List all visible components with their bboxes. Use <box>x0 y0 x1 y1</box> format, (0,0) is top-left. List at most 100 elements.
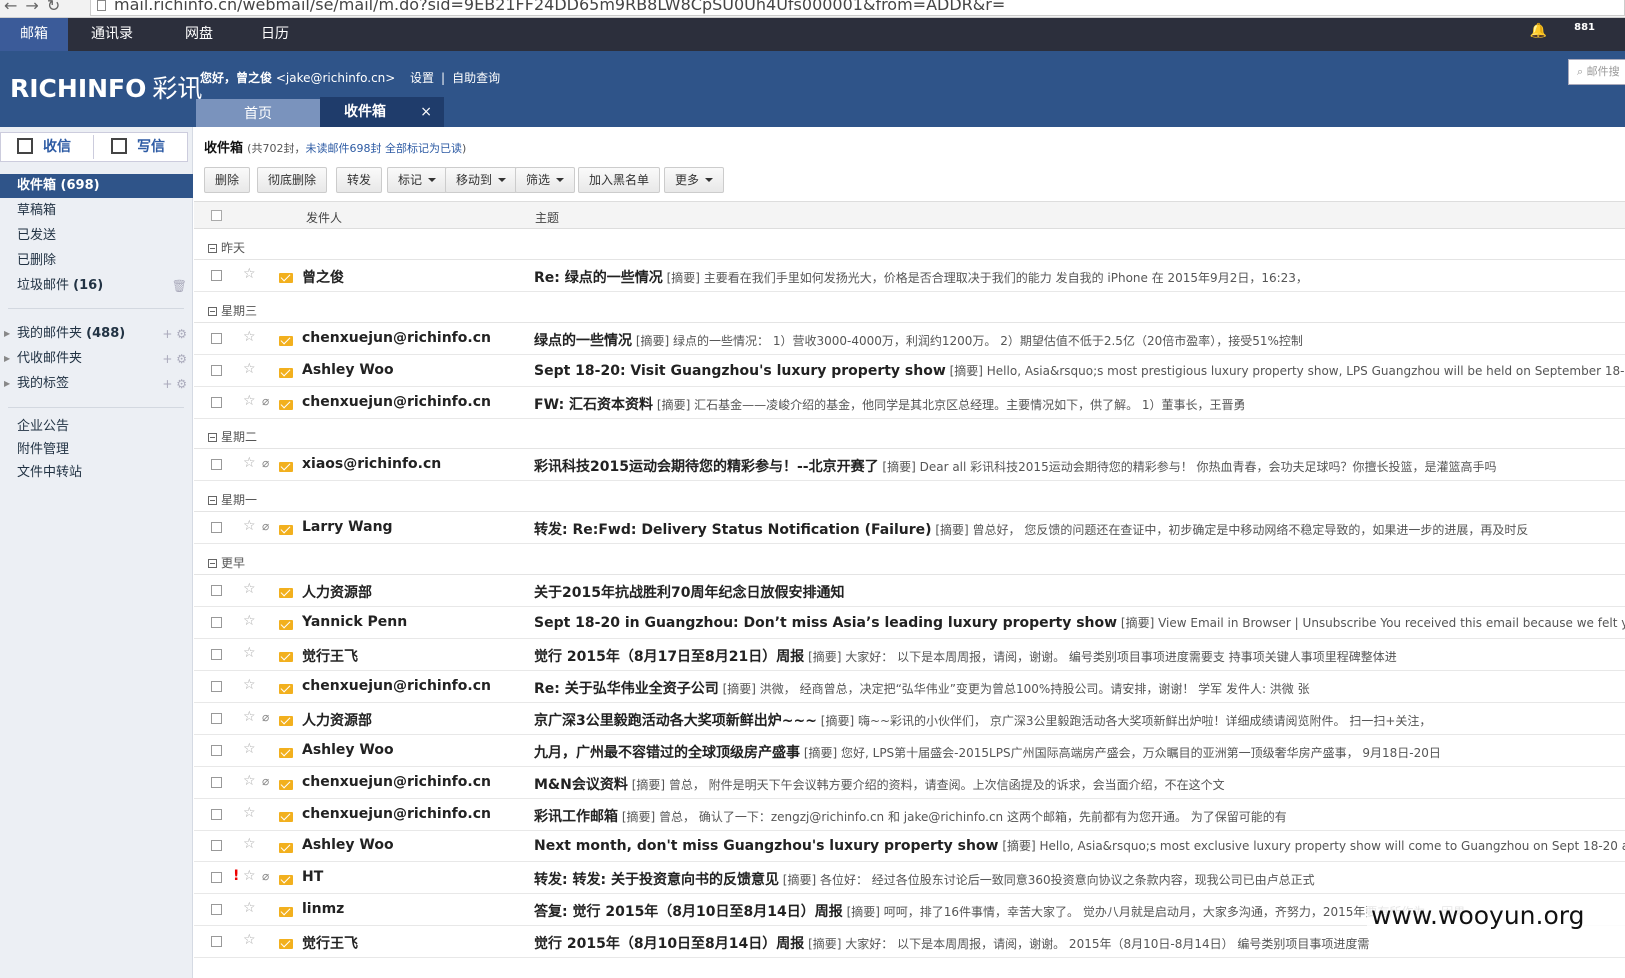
mail-sender[interactable]: xiaos@richinfo.cn <box>302 456 441 472</box>
mail-row[interactable]: ☆ chenxuejun@richinfo.cn 绿点的一些情况 [摘要] 绿点的一… <box>194 323 1625 355</box>
mail-subject-line[interactable]: 彩讯工作邮箱 [摘要] 曾总， 确认了一下：zengzj@richinfo.cn… <box>534 806 1625 826</box>
mail-sender[interactable]: chenxuejun@richinfo.cn <box>302 330 491 346</box>
mail-subject-line[interactable]: 九月，广州最不容错过的全球顶级房产盛事 [摘要] 您好, LPS第十届盛会-20… <box>534 742 1625 762</box>
add-settings-icons[interactable]: + ⚙ <box>162 372 187 396</box>
search-input[interactable]: ⌕ 邮件搜 <box>1568 59 1625 85</box>
mail-sender[interactable]: Ashley Woo <box>302 742 394 758</box>
mail-sender[interactable]: linmz <box>302 901 344 917</box>
expand-arrow-icon[interactable]: ▶ <box>4 372 10 396</box>
tab-home[interactable]: 首页 <box>196 99 320 127</box>
sidebar-item-inbox[interactable]: 收件箱 (698) <box>0 174 193 198</box>
select-all-checkbox[interactable] <box>211 210 222 221</box>
star-icon[interactable]: ☆ <box>243 645 256 661</box>
row-checkbox[interactable] <box>211 777 222 788</box>
date-group[interactable]: 星期一 <box>208 491 257 508</box>
star-icon[interactable]: ☆ <box>243 361 256 377</box>
star-icon[interactable]: ☆ <box>243 741 256 757</box>
row-checkbox[interactable] <box>211 872 222 883</box>
date-group[interactable]: 昨天 <box>208 239 245 256</box>
sidebar-item-announcements[interactable]: 企业公告 <box>0 415 193 439</box>
mail-row[interactable]: ☆ 觉行王飞 觉行 2015年（8月17日至8月21日）周报 [摘要] 大家好： 以… <box>194 639 1625 671</box>
mail-subject-line[interactable]: 京广深3公里毅跑活动各大奖项新鲜出炉~~~ [摘要] 嗨~~彩讯的小伙伴们， 京… <box>534 710 1625 730</box>
mail-row[interactable]: ☆ chenxuejun@richinfo.cn 彩讯工作邮箱 [摘要] 曾总， 确… <box>194 799 1625 831</box>
mail-sender[interactable]: 曾之俊 <box>302 267 344 287</box>
purge-button[interactable]: 彻底删除 <box>257 167 328 193</box>
mail-sender[interactable]: Ashley Woo <box>302 837 394 853</box>
star-icon[interactable]: ☆ <box>243 773 256 789</box>
browser-nav-icons[interactable]: ←→↻ <box>4 0 68 15</box>
mail-subject-line[interactable]: 彩讯科技2015运动会期待您的精彩参与！--北京开赛了 [摘要] Dear al… <box>534 456 1625 476</box>
mail-subject-line[interactable]: 转发: Re:Fwd: Delivery Status Notification… <box>534 519 1625 539</box>
collapse-icon[interactable] <box>208 559 217 568</box>
row-checkbox[interactable] <box>211 585 222 596</box>
row-checkbox[interactable] <box>211 936 222 947</box>
row-checkbox[interactable] <box>211 522 222 533</box>
date-group-header[interactable]: 昨天 <box>194 230 1625 260</box>
sidebar-item-my-folders[interactable]: ▶ 我的邮件夹 (488) + ⚙ <box>0 322 193 346</box>
collapse-icon[interactable] <box>208 244 217 253</box>
star-icon[interactable]: ☆ <box>243 393 256 409</box>
date-group-header[interactable]: 星期二 <box>194 419 1625 449</box>
mail-row[interactable]: ! ☆ ⌀ HT 转发: 转发: 关于投资意向书的反馈意见 [摘要] 各位好： 经过各位… <box>194 862 1625 894</box>
add-settings-icons[interactable]: + ⚙ <box>162 347 187 371</box>
mail-subject-line[interactable]: Re: 关于弘华伟业全资子公司 [摘要] 洪微， 经商曾总，决定把“弘华伟业”变… <box>534 678 1625 698</box>
mail-sender[interactable]: 觉行王飞 <box>302 933 358 953</box>
mail-subject-line[interactable]: 绿点的一些情况 [摘要] 绿点的一些情况： 1）营收3000-4000万，利润约… <box>534 330 1625 350</box>
mail-sender[interactable]: chenxuejun@richinfo.cn <box>302 394 491 410</box>
mail-subject-line[interactable]: Re: 绿点的一些情况 [摘要] 主要看在我们手里如何发扬光大，价格是否合理取决… <box>534 267 1625 287</box>
row-checkbox[interactable] <box>211 459 222 470</box>
mail-subject-line[interactable]: 转发: 转发: 关于投资意向书的反馈意见 [摘要] 各位好： 经过各位股东讨论后… <box>534 869 1625 889</box>
tab-inbox[interactable]: 收件箱 × <box>320 97 444 127</box>
settings-link[interactable]: 设置 <box>410 71 434 85</box>
nav-tab-calendar[interactable]: 日历 <box>240 18 310 51</box>
star-icon[interactable]: ☆ <box>243 518 256 534</box>
mail-row[interactable]: ☆ ⌀ xiaos@richinfo.cn 彩讯科技2015运动会期待您的精彩参与！-… <box>194 449 1625 481</box>
mail-subject-line[interactable]: Next month, don't miss Guangzhou's luxur… <box>534 837 1625 854</box>
mail-sender[interactable]: Larry Wang <box>302 519 393 535</box>
forward-button[interactable]: 转发 <box>336 167 383 193</box>
star-icon[interactable]: ☆ <box>243 836 256 852</box>
column-sender[interactable]: 发件人 <box>306 209 342 226</box>
mail-row[interactable]: ☆ ⌀ chenxuejun@richinfo.cn FW: 汇石资本资料 [摘要] … <box>194 387 1625 419</box>
row-checkbox[interactable] <box>211 745 222 756</box>
expand-arrow-icon[interactable]: ▶ <box>4 322 10 346</box>
mail-subject-line[interactable]: FW: 汇石资本资料 [摘要] 汇石基金——凌峻介绍的基金，他同学是其北京区总经… <box>534 394 1625 414</box>
sidebar-item-attachments[interactable]: 附件管理 <box>0 438 193 462</box>
sidebar-item-sent[interactable]: 已发送 <box>0 224 193 248</box>
date-group[interactable]: 星期三 <box>208 302 257 319</box>
mail-subject-line[interactable]: Sept 18-20 in Guangzhou: Don’t miss Asia… <box>534 614 1625 631</box>
mail-subject-line[interactable]: Sept 18-20: Visit Guangzhou's luxury pro… <box>534 362 1625 379</box>
star-icon[interactable]: ☆ <box>243 709 256 725</box>
filter-dropdown[interactable]: 筛选 <box>515 167 576 193</box>
mail-row[interactable]: ☆ Ashley Woo 九月，广州最不容错过的全球顶级房产盛事 [摘要] 您好, … <box>194 735 1625 767</box>
mail-sender[interactable]: chenxuejun@richinfo.cn <box>302 774 491 790</box>
star-icon[interactable]: ☆ <box>243 900 256 916</box>
blacklist-button[interactable]: 加入黑名单 <box>578 167 661 193</box>
date-group-header[interactable]: 更早 <box>194 545 1625 575</box>
move-dropdown[interactable]: 移动到 <box>445 167 518 193</box>
close-icon[interactable]: × <box>420 97 432 127</box>
date-group[interactable]: 星期二 <box>208 428 257 445</box>
unread-link[interactable]: 未读邮件698封 <box>305 142 381 155</box>
mail-subject-line[interactable]: 关于2015年抗战胜利70周年纪念日放假安排通知 <box>534 582 1625 602</box>
row-checkbox[interactable] <box>211 713 222 724</box>
mail-row[interactable]: ☆ 人力资源部 关于2015年抗战胜利70周年纪念日放假安排通知 <box>194 575 1625 607</box>
collapse-icon[interactable] <box>208 496 217 505</box>
mail-sender[interactable]: 觉行王飞 <box>302 646 358 666</box>
address-bar[interactable]: mail.richinfo.cn/webmail/se/mail/m.do?si… <box>90 0 1625 16</box>
mail-row[interactable]: ☆ ⌀ Larry Wang 转发: Re:Fwd: Delivery Status … <box>194 512 1625 544</box>
mail-sender[interactable]: HT <box>302 869 323 885</box>
sidebar-item-pop-folders[interactable]: ▶ 代收邮件夹 + ⚙ <box>0 347 193 371</box>
mail-subject-line[interactable]: M&N会议资料 [摘要] 曾总， 附件是明天下午会议韩方要介绍的资料，请查阅。上… <box>534 774 1625 794</box>
mail-sender[interactable]: 人力资源部 <box>302 710 372 730</box>
star-icon[interactable]: ☆ <box>243 932 256 948</box>
date-group[interactable]: 更早 <box>208 554 245 571</box>
row-checkbox[interactable] <box>211 365 222 376</box>
mail-row[interactable]: ☆ 曾之俊 Re: 绿点的一些情况 [摘要] 主要看在我们手里如何发扬光大，价格是否… <box>194 260 1625 292</box>
row-checkbox[interactable] <box>211 617 222 628</box>
more-dropdown[interactable]: 更多 <box>664 167 725 193</box>
row-checkbox[interactable] <box>211 681 222 692</box>
nav-tab-contacts[interactable]: 通讯录 <box>76 18 148 51</box>
nav-tab-disk[interactable]: 网盘 <box>164 18 234 51</box>
expand-arrow-icon[interactable]: ▶ <box>4 347 10 371</box>
